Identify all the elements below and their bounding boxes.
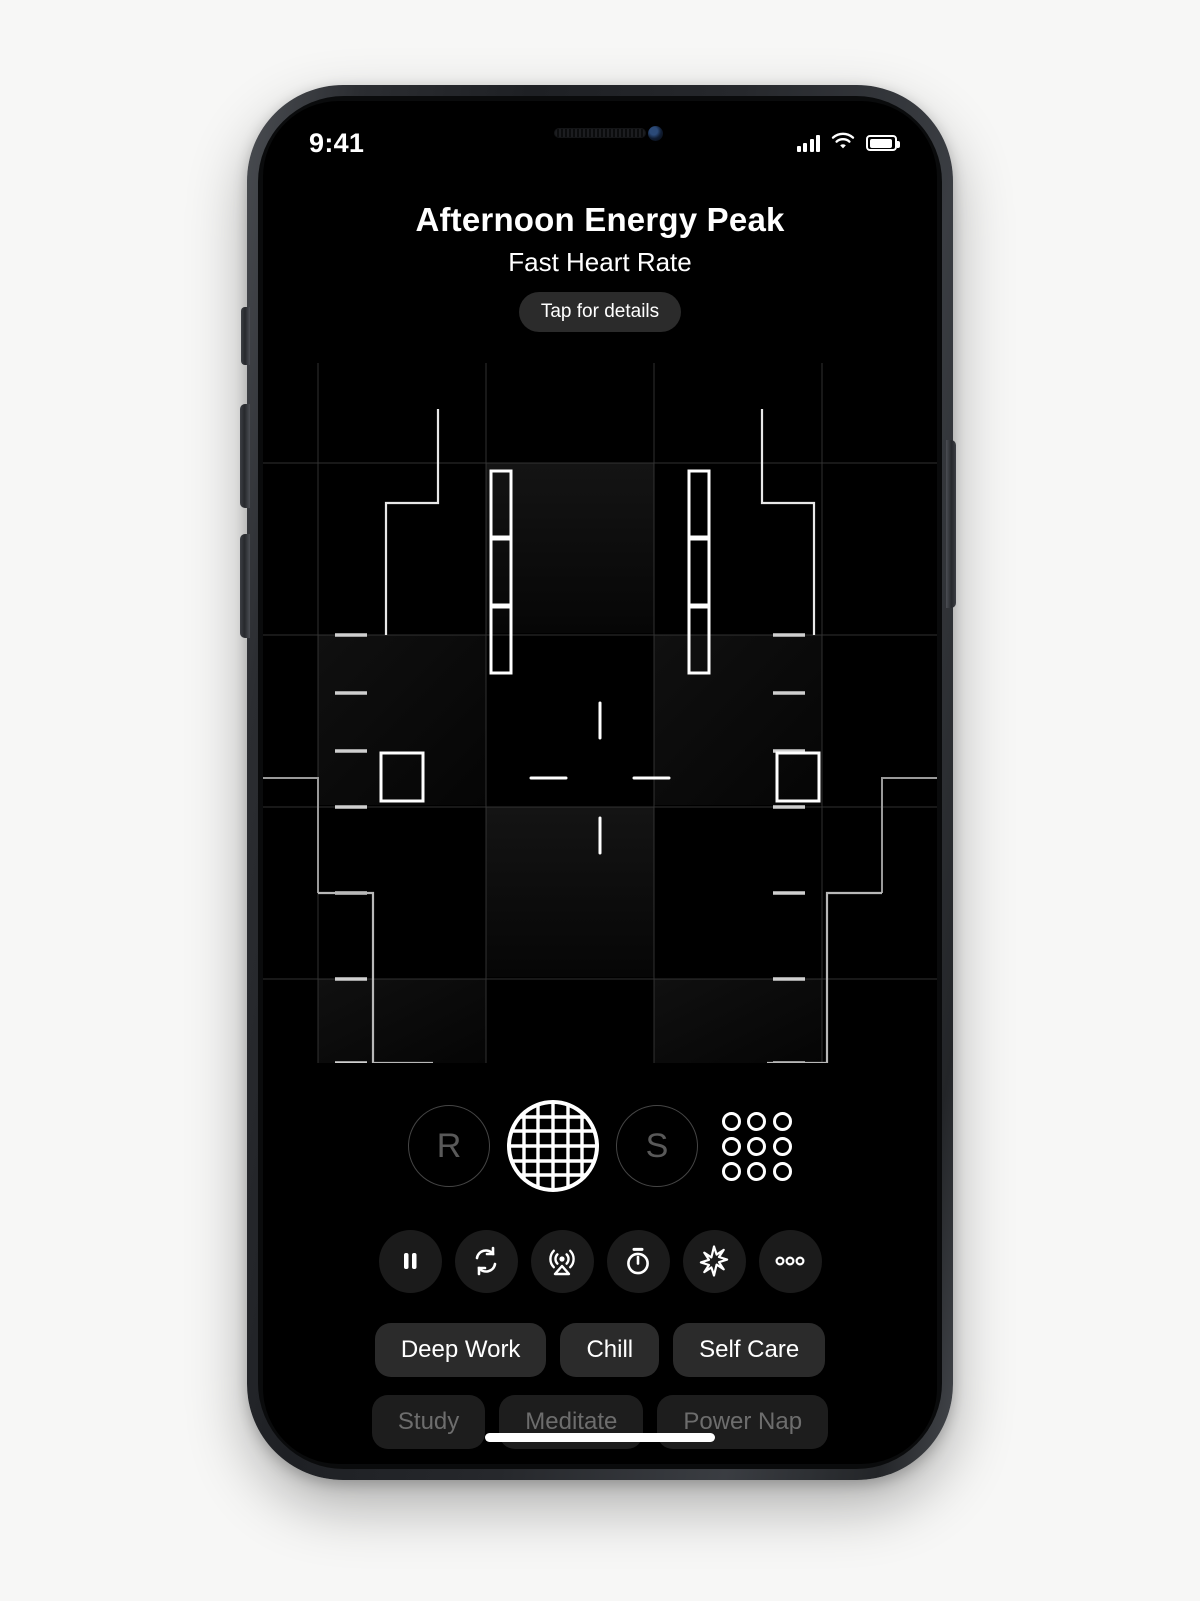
- tap-for-details-button[interactable]: Tap for details: [518, 292, 682, 332]
- page-subtitle: Fast Heart Rate: [508, 247, 692, 277]
- repeat-orb-button[interactable]: R: [408, 1105, 490, 1187]
- status-bar-time: 9:41: [309, 127, 365, 158]
- earpiece-speaker-icon: [554, 128, 646, 138]
- pause-icon: [404, 1253, 417, 1269]
- page-title: Afternoon Energy Peak: [415, 201, 785, 238]
- chip-chill[interactable]: Chill: [560, 1323, 660, 1377]
- airplay-icon: [549, 1249, 575, 1276]
- volume-down-button[interactable]: [240, 534, 250, 638]
- sparkle-button[interactable]: [682, 1229, 746, 1293]
- timer-button[interactable]: [606, 1229, 670, 1293]
- dot-grid-icon[interactable]: [722, 1111, 792, 1181]
- preset-chip-row-primary: Deep Work Chill Self Care: [263, 1323, 937, 1377]
- wifi-icon: [831, 132, 855, 155]
- home-indicator[interactable]: [485, 1433, 715, 1442]
- airplay-button[interactable]: [530, 1229, 594, 1293]
- power-button[interactable]: [946, 440, 956, 608]
- chip-study[interactable]: Study: [371, 1395, 486, 1449]
- abstract-face-grid-visualization[interactable]: [263, 363, 937, 1063]
- sparkle-icon: [699, 1245, 729, 1277]
- pause-button[interactable]: [378, 1229, 442, 1293]
- more-options-button[interactable]: [758, 1229, 822, 1293]
- phone-screen: 9:41 Afternoon Energy Peak Fast Heart Ra…: [263, 101, 937, 1464]
- ellipsis-icon: [775, 1256, 805, 1266]
- orb-control-row: R S: [263, 1096, 937, 1196]
- repeat-button[interactable]: [454, 1229, 518, 1293]
- mute-switch[interactable]: [241, 307, 250, 365]
- shuffle-orb-button[interactable]: S: [616, 1105, 698, 1187]
- header-block: Afternoon Energy Peak Fast Heart Rate Ta…: [263, 201, 937, 332]
- battery-icon: [866, 135, 900, 151]
- front-camera-icon: [648, 126, 663, 141]
- globe-grid-icon[interactable]: [504, 1097, 602, 1195]
- timer-icon: [627, 1247, 649, 1275]
- preset-chip-rows: Deep Work Chill Self Care Study Meditate…: [263, 1323, 937, 1464]
- playback-toolbar: [263, 1216, 937, 1306]
- repeat-icon: [475, 1246, 497, 1276]
- cellular-signal-icon: [796, 134, 820, 152]
- chip-self-care[interactable]: Self Care: [673, 1323, 826, 1377]
- volume-up-button[interactable]: [240, 404, 250, 508]
- chip-deep-work[interactable]: Deep Work: [374, 1323, 547, 1377]
- status-bar-icons: [796, 132, 900, 155]
